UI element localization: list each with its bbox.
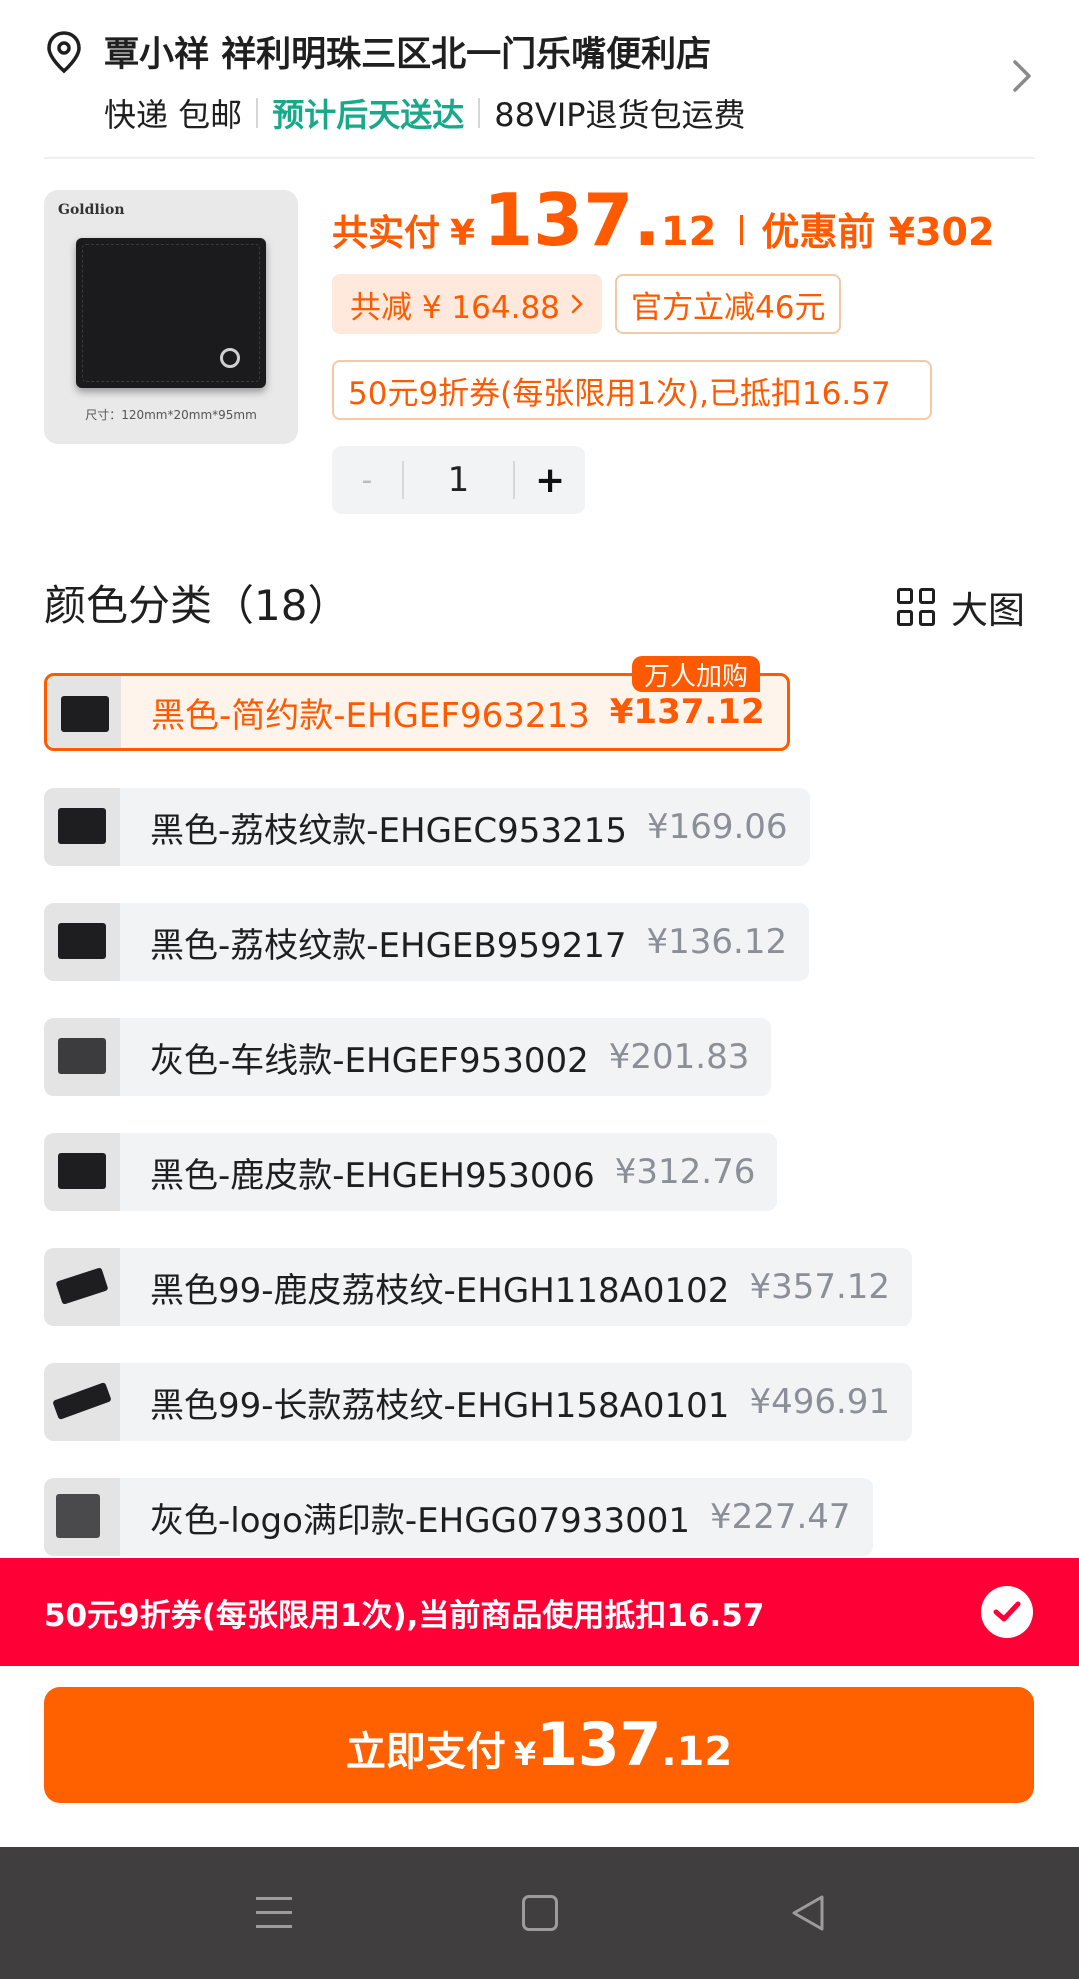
pay-label: 共实付 [332,213,441,254]
option-thumbnail [44,1478,120,1556]
color-option[interactable]: 黑色-荔枝纹款-EHGEB959217 ¥136.12 [44,903,810,981]
option-price: ¥201.83 [608,1037,750,1077]
wallet-illustration [76,238,266,388]
option-name: 灰色-logo满印款-EHGG07933001 [150,1500,690,1541]
color-option[interactable]: 黑色-鹿皮款-EHGEH953006 ¥312.76 [44,1133,778,1211]
quantity-value[interactable]: 1 [404,460,514,500]
currency-symbol: ¥ [513,1735,537,1773]
price-before-discount: 优惠前 ¥302 [761,210,995,254]
menu-icon[interactable] [256,1897,292,1929]
divider [478,98,481,128]
price-decimal: 12 [660,209,717,255]
hot-badge: 万人加购 [632,656,761,692]
coupon-bar[interactable]: 50元9折券(每张限用1次),当前商品使用抵扣16.57 [0,1558,1079,1666]
price-summary: 共实付 ¥ 137. 12 优惠前 ¥302 [332,184,994,256]
delivery-info: 快递 包邮 预计后天送达 88VIP退货包运费 [104,90,746,136]
decrease-button[interactable]: - [332,463,402,498]
option-thumbnail [44,1018,120,1096]
color-option[interactable]: 灰色-logo满印款-EHGG07933001 ¥227.47 [44,1478,873,1556]
total-discount-label: 共减 ¥ 164.88 [350,289,560,326]
chevron-right-icon [571,294,583,314]
option-price: ¥227.47 [709,1497,851,1537]
grid-icon [897,588,935,626]
option-price: ¥312.76 [614,1152,756,1192]
pay-price-integer: 137 [536,1710,662,1780]
brand-logo: Goldlion [58,202,125,218]
back-icon[interactable] [788,1893,828,1933]
color-option[interactable]: 黑色99-长款荔枝纹-EHGH158A0101 ¥496.91 [44,1363,913,1441]
system-nav-bar [0,1847,1079,1979]
option-name: 黑色-荔枝纹款-EHGEC953215 [150,810,627,851]
return-service: 88VIP退货包运费 [494,96,746,134]
delivery-method: 快递 包邮 [104,96,243,134]
section-title: 颜色分类（18） [44,581,350,630]
address-bar[interactable]: 覃小祥 祥利明珠三区北一门乐嘴便利店 快递 包邮 预计后天送达 88VIP退货包… [0,0,1079,158]
chevron-right-icon[interactable] [1009,56,1035,96]
currency-symbol: ¥ [450,213,476,254]
home-icon[interactable] [522,1895,558,1931]
option-thumbnail [44,903,120,981]
check-icon[interactable] [981,1586,1033,1638]
big-view-label: 大图 [951,589,1025,632]
option-name: 黑色99-鹿皮荔枝纹-EHGH118A0102 [150,1270,730,1311]
pay-price-decimal: .12 [661,1729,733,1775]
size-caption: 尺寸：120mm*20mm*95mm [85,408,257,422]
option-price: ¥357.12 [749,1267,891,1307]
option-name: 黑色-荔枝纹款-EHGEB959217 [150,925,627,966]
divider [44,157,1035,159]
official-discount-tag: 官方立减46元 [615,274,842,334]
divider [256,98,259,128]
brand-emblem-icon [220,348,240,368]
pay-now-button[interactable]: 立即支付 ¥ 137 .12 [44,1687,1034,1803]
option-thumbnail [44,1248,120,1326]
location-pin-icon [47,31,81,74]
color-option[interactable]: 灰色-车线款-EHGEF953002 ¥201.83 [44,1018,772,1096]
option-price: ¥496.91 [749,1382,891,1422]
price-integer: 137. [483,178,661,262]
quantity-stepper[interactable]: - 1 + [332,446,585,514]
pay-button-label: 立即支付 [345,1729,506,1775]
big-view-toggle[interactable]: 大图 [897,580,1025,634]
option-name: 灰色-车线款-EHGEF953002 [150,1040,589,1081]
delivery-eta: 预计后天送达 [272,96,465,134]
option-thumbnail [44,1363,120,1441]
color-option[interactable]: 黑色-荔枝纹款-EHGEC953215 ¥169.06 [44,788,810,866]
product-image[interactable]: Goldlion 尺寸：120mm*20mm*95mm [44,190,298,444]
increase-button[interactable]: + [515,460,585,501]
option-name: 黑色-鹿皮款-EHGEH953006 [150,1155,595,1196]
option-name: 黑色-简约款-EHGEF963213 [151,695,590,736]
coupon-bar-text: 50元9折券(每张限用1次),当前商品使用抵扣16.57 [44,1597,765,1634]
option-price: ¥136.12 [646,922,788,962]
option-thumbnail [47,676,121,748]
option-price: ¥137.12 [609,692,765,732]
divider [740,215,744,245]
option-name: 黑色99-长款荔枝纹-EHGH158A0101 [150,1385,730,1426]
color-option[interactable]: 黑色99-鹿皮荔枝纹-EHGH118A0102 ¥357.12 [44,1248,913,1326]
total-discount-tag[interactable]: 共减 ¥ 164.88 [332,274,602,334]
option-thumbnail [44,788,120,866]
option-thumbnail [44,1133,120,1211]
address-recipient: 覃小祥 祥利明珠三区北一门乐嘴便利店 [104,35,712,75]
coupon-applied-tag: 50元9折券(每张限用1次),已抵扣16.57 [332,360,932,420]
option-price: ¥169.06 [646,807,788,847]
